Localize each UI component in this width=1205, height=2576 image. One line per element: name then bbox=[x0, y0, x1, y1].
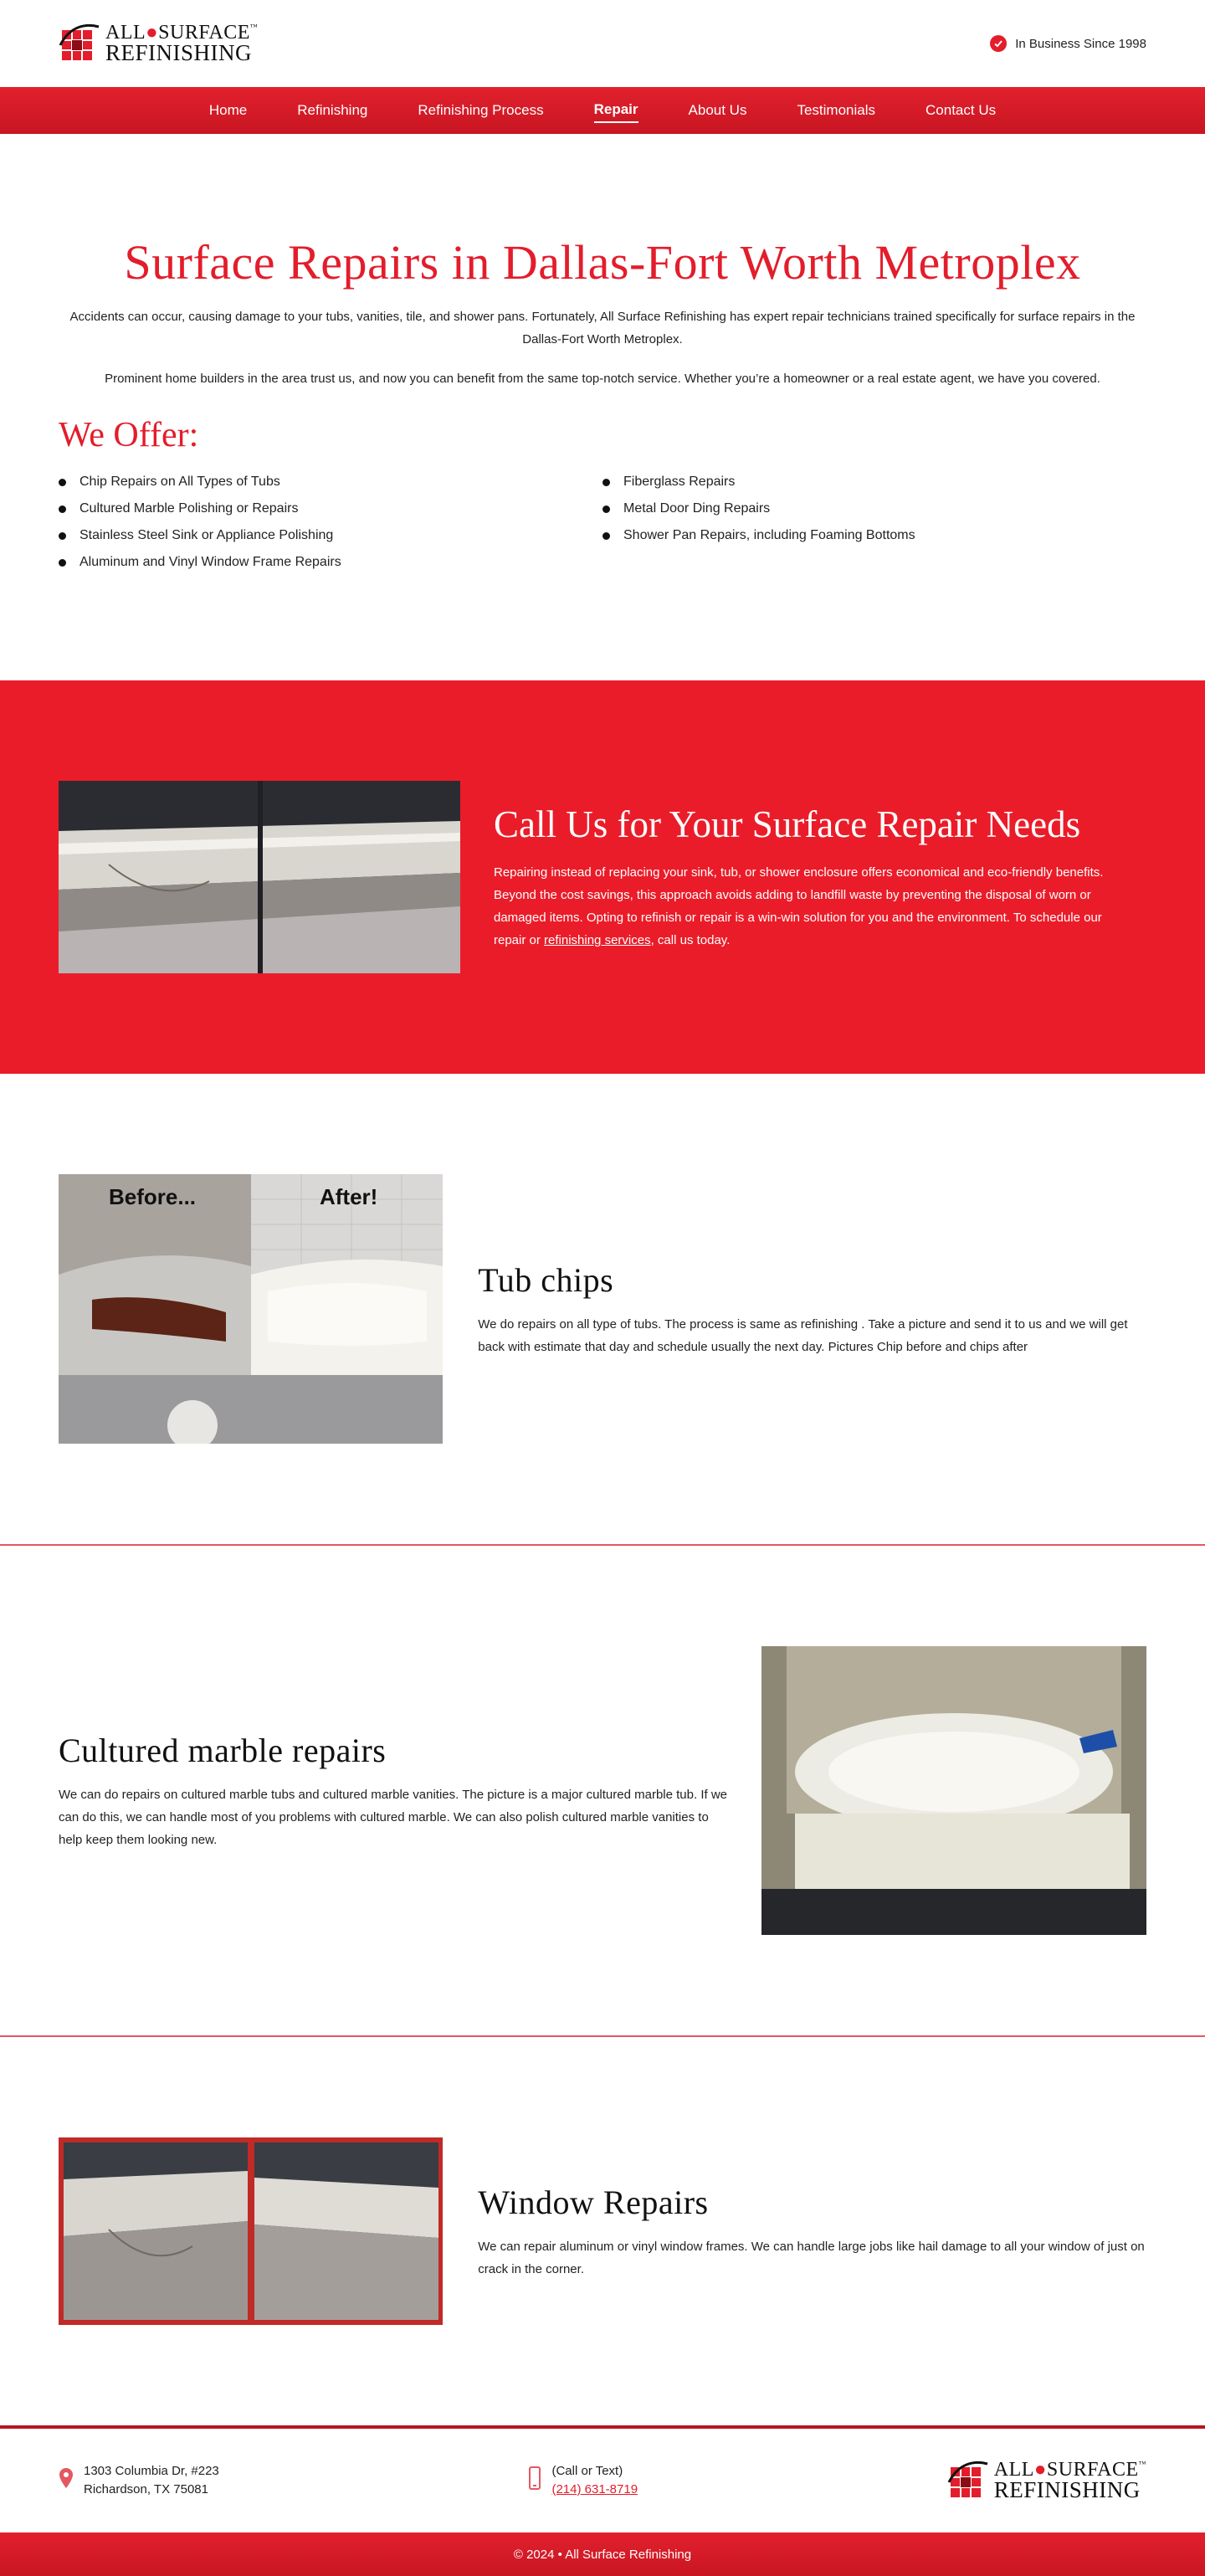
nav-home[interactable]: Home bbox=[209, 99, 247, 122]
refinishing-services-link[interactable]: refinishing services bbox=[544, 933, 651, 947]
phone-label: (Call or Text) bbox=[551, 2464, 623, 2478]
map-pin-icon bbox=[59, 2467, 74, 2495]
nav-repair[interactable]: Repair bbox=[593, 98, 638, 123]
offer-title: We Offer: bbox=[59, 416, 199, 454]
cta-title: Call Us for Your Surface Repair Needs bbox=[494, 803, 1081, 845]
list-item: Stainless Steel Sink or Appliance Polish… bbox=[59, 522, 602, 549]
footer-logo[interactable]: ALL●SURFACE™ REFINISHING bbox=[947, 2459, 1146, 2502]
logo-wordmark: ALL●SURFACE™ REFINISHING bbox=[105, 23, 258, 64]
nav-refinishing[interactable]: Refinishing bbox=[297, 99, 367, 122]
in-business-since: In Business Since 1998 bbox=[990, 35, 1146, 52]
section-divider bbox=[0, 2035, 1205, 2037]
phone-link[interactable]: (214) 631-8719 bbox=[551, 2482, 638, 2496]
offer-list-left: Chip Repairs on All Types of Tubs Cultur… bbox=[59, 469, 602, 576]
logo-wordmark: ALL●SURFACE™ REFINISHING bbox=[993, 2459, 1146, 2502]
window-repair-photo bbox=[59, 2137, 444, 2325]
footer-phone: (Call or Text) (214) 631-8719 bbox=[528, 2462, 638, 2499]
intro-paragraph-2: Prominent home builders in the area trus… bbox=[105, 372, 1100, 386]
tub-chips-content: Tub chips We do repairs on all type of t… bbox=[478, 1260, 1146, 1358]
tub-chips-text: We do repairs on all type of tubs. The p… bbox=[478, 1316, 1128, 1354]
site-logo[interactable]: ALL●SURFACE™ REFINISHING bbox=[59, 22, 258, 65]
address-line2: Richardson, TX 75081 bbox=[84, 2482, 208, 2496]
offer-list-right: Fiberglass Repairs Metal Door Ding Repai… bbox=[602, 469, 1146, 576]
window-frame-photo bbox=[59, 781, 460, 973]
footer-address: 1303 Columbia Dr, #223 Richardson, TX 75… bbox=[59, 2462, 219, 2499]
cultured-marble-tub-photo bbox=[761, 1646, 1146, 1935]
window-repairs-content: Window Repairs We can repair aluminum or… bbox=[478, 2183, 1146, 2281]
nav-contact-us[interactable]: Contact Us bbox=[926, 99, 996, 122]
since-text: In Business Since 1998 bbox=[1015, 36, 1146, 51]
site-header: ALL●SURFACE™ REFINISHING In Business Sin… bbox=[0, 0, 1205, 134]
offer-section: We Offer: Chip Repairs on All Types of T… bbox=[0, 390, 1205, 576]
nav-refinishing-process[interactable]: Refinishing Process bbox=[418, 99, 543, 122]
offer-lists: Chip Repairs on All Types of Tubs Cultur… bbox=[59, 469, 1146, 576]
cta-section: Call Us for Your Surface Repair Needs Re… bbox=[0, 680, 1205, 1074]
intro-paragraph-1: Accidents can occur, causing damage to y… bbox=[69, 310, 1136, 346]
list-item: Chip Repairs on All Types of Tubs bbox=[59, 469, 602, 495]
top-bar: ALL●SURFACE™ REFINISHING In Business Sin… bbox=[0, 0, 1205, 87]
cultured-marble-section: Cultured marble repairs We can do repair… bbox=[0, 1646, 1205, 1935]
page-title: Surface Repairs in Dallas-Fort Worth Met… bbox=[124, 235, 1081, 290]
address-line1: 1303 Columbia Dr, #223 bbox=[84, 2464, 219, 2478]
logo-tm: ™ bbox=[249, 22, 259, 31]
main-nav: Home Refinishing Refinishing Process Rep… bbox=[0, 87, 1205, 134]
tub-chips-title: Tub chips bbox=[478, 1260, 614, 1299]
cta-content: Call Us for Your Surface Repair Needs Re… bbox=[494, 803, 1130, 952]
cta-text-after: , call us today. bbox=[650, 933, 731, 947]
list-item: Metal Door Ding Repairs bbox=[602, 495, 1146, 522]
intro-section: Surface Repairs in Dallas-Fort Worth Met… bbox=[0, 134, 1205, 390]
cultured-marble-text: We can do repairs on cultured marble tub… bbox=[59, 1787, 728, 1847]
logo-line2: REFINISHING bbox=[105, 39, 253, 65]
window-repairs-text: We can repair aluminum or vinyl window f… bbox=[478, 2239, 1145, 2276]
nav-testimonials[interactable]: Testimonials bbox=[797, 99, 875, 122]
tub-chips-section: Before... After! Tub chips We do repairs… bbox=[0, 1174, 1205, 1444]
copyright-text: © 2024 • All Surface Refinishing bbox=[513, 2547, 692, 2562]
list-item: Cultured Marble Polishing or Repairs bbox=[59, 495, 602, 522]
logo-line2: REFINISHING bbox=[993, 2476, 1141, 2502]
list-item: Fiberglass Repairs bbox=[602, 469, 1146, 495]
tub-before-after-photo: Before... After! bbox=[59, 1174, 444, 1444]
window-repairs-title: Window Repairs bbox=[478, 2183, 709, 2221]
logo-mark-icon bbox=[947, 2459, 989, 2502]
cta-paragraph: Repairing instead of replacing your sink… bbox=[494, 861, 1130, 952]
site-footer: 1303 Columbia Dr, #223 Richardson, TX 75… bbox=[0, 2429, 1205, 2532]
section-divider bbox=[0, 1544, 1205, 1546]
cultured-marble-title: Cultured marble repairs bbox=[59, 1731, 387, 1769]
before-label: Before... bbox=[109, 1184, 196, 1209]
phone-icon bbox=[528, 2466, 541, 2496]
check-circle-icon bbox=[990, 35, 1008, 52]
list-item: Aluminum and Vinyl Window Frame Repairs bbox=[59, 549, 602, 576]
copyright-bar: © 2024 • All Surface Refinishing bbox=[0, 2532, 1205, 2576]
cultured-marble-content: Cultured marble repairs We can do repair… bbox=[59, 1731, 728, 1851]
logo-tm: ™ bbox=[1138, 2459, 1146, 2468]
logo-mark-icon bbox=[59, 22, 100, 65]
list-item: Shower Pan Repairs, including Foaming Bo… bbox=[602, 522, 1146, 549]
nav-about-us[interactable]: About Us bbox=[689, 99, 747, 122]
after-label: After! bbox=[320, 1184, 377, 1209]
window-repairs-section: Window Repairs We can repair aluminum or… bbox=[0, 2137, 1205, 2325]
